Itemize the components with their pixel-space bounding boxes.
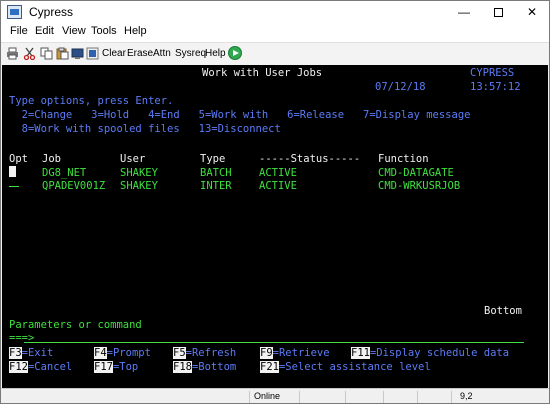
options-line-1: 2=Change 3=Hold 4=End 5=Work with 6=Rele… xyxy=(9,109,471,121)
f9-key[interactable]: F9=Retrieve xyxy=(260,347,330,359)
toolbar: Clear Erase Attn Sysreq Help xyxy=(1,42,549,65)
menu-edit[interactable]: Edit xyxy=(35,25,54,37)
copy-screen-icon[interactable] xyxy=(71,47,84,60)
row-user: SHAKEY xyxy=(120,180,158,192)
menu-view[interactable]: View xyxy=(62,25,86,37)
minimize-button[interactable]: — xyxy=(447,1,481,23)
maximize-icon xyxy=(493,8,503,18)
row-user: SHAKEY xyxy=(120,167,158,179)
status-cell-4 xyxy=(383,391,417,403)
menu-tools[interactable]: Tools xyxy=(91,25,117,37)
opt-field-cursor[interactable] xyxy=(9,166,16,177)
app-icon xyxy=(7,5,22,19)
play-icon[interactable] xyxy=(228,46,242,60)
attn-button[interactable]: Attn xyxy=(153,48,171,59)
f21-key[interactable]: F21=Select assistance level xyxy=(260,361,431,373)
status-cell-2 xyxy=(299,391,345,403)
help-button[interactable]: Help xyxy=(205,48,226,59)
emulator-window: Cypress — ✕ File Edit View Tools Help Cl… xyxy=(0,0,550,404)
header-function: Function xyxy=(378,153,429,165)
paste-icon[interactable] xyxy=(56,47,69,60)
terminal-screen[interactable]: Work with User Jobs CYPRESS 07/12/18 13:… xyxy=(2,65,548,388)
row-type: BATCH xyxy=(200,167,232,179)
header-status: -----Status----- xyxy=(259,153,361,165)
header-job: Job xyxy=(42,153,61,165)
screen-title: Work with User Jobs xyxy=(202,67,323,79)
status-bar: Online 9,2 xyxy=(1,388,549,403)
row-function: CMD-WRKUSRJOB xyxy=(378,180,461,192)
cut-icon[interactable] xyxy=(23,47,36,61)
erase-button[interactable]: Erase xyxy=(127,48,153,59)
record-icon[interactable] xyxy=(86,47,99,60)
row-type: INTER xyxy=(200,180,232,192)
f5-key[interactable]: F5=Refresh xyxy=(173,347,236,359)
menu-help[interactable]: Help xyxy=(124,25,147,37)
maximize-button[interactable] xyxy=(481,1,515,23)
f18-key[interactable]: F18=Bottom xyxy=(173,361,236,373)
params-label: Parameters or command xyxy=(9,319,142,331)
status-cell-3 xyxy=(345,391,383,403)
row-status: ACTIVE xyxy=(259,167,297,179)
row-job: DG8_NET xyxy=(42,167,87,179)
row-status: ACTIVE xyxy=(259,180,297,192)
window-title: Cypress xyxy=(29,5,74,19)
connection-status: Online xyxy=(249,391,299,403)
command-input[interactable] xyxy=(24,342,524,343)
system-name: CYPRESS xyxy=(470,67,515,79)
f3-key[interactable]: F3=Exit xyxy=(9,347,53,359)
close-button[interactable]: ✕ xyxy=(515,1,549,23)
screen-time: 13:57:12 xyxy=(470,81,521,93)
opt-field-2[interactable] xyxy=(9,186,19,187)
instructions: Type options, press Enter. xyxy=(9,95,174,107)
copy-icon[interactable] xyxy=(40,47,53,60)
header-user: User xyxy=(120,153,146,165)
status-cell-5 xyxy=(417,391,451,403)
clear-button[interactable]: Clear xyxy=(102,48,126,59)
cursor-position: 9,2 xyxy=(451,391,549,403)
row-job: QPADEV001Z xyxy=(42,180,106,192)
options-line-2: 8=Work with spooled files 13=Disconnect xyxy=(9,123,281,135)
title-bar: Cypress — ✕ xyxy=(1,1,549,23)
print-icon[interactable] xyxy=(6,47,19,60)
f12-key[interactable]: F12=Cancel xyxy=(9,361,72,373)
menu-file[interactable]: File xyxy=(10,25,28,37)
f11-key[interactable]: F11=Display schedule data xyxy=(351,347,509,359)
screen-date: 07/12/18 xyxy=(375,81,426,93)
f17-key[interactable]: F17=Top xyxy=(94,361,138,373)
header-type: Type xyxy=(200,153,226,165)
sysreq-button[interactable]: Sysreq xyxy=(175,48,206,59)
menu-bar: File Edit View Tools Help xyxy=(1,23,549,42)
bottom-indicator: Bottom xyxy=(484,305,522,317)
header-opt: Opt xyxy=(9,153,28,165)
f4-key[interactable]: F4=Prompt xyxy=(94,347,151,359)
row-function: CMD-DATAGATE xyxy=(378,167,454,179)
